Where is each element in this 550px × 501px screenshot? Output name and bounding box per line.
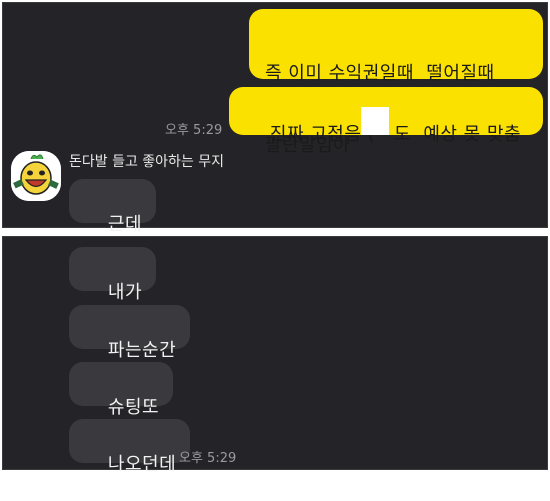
sent-message-line: 즉 이미 수익권일때 떨어질때 — [265, 63, 495, 84]
received-message-bubble[interactable]: 슈팅또 — [69, 362, 174, 418]
received-message-text: 내가 — [107, 282, 143, 303]
sent-message-bubble[interactable]: 즉 이미 수익권일때 떨어질때 팔란말임아 — [249, 9, 543, 156]
received-message-bubble[interactable]: 내가 — [69, 247, 157, 303]
muzi-avatar-icon — [11, 151, 61, 201]
sender-name: 돈다발 들고 좋아하는 무지 — [69, 154, 225, 170]
received-message-bubble[interactable]: 파는순간 — [69, 305, 191, 361]
chat-panel-top: 즉 이미 수익권일때 떨어질때 팔란말임아 진짜 고점음 ( 도 예상 못 맞춤… — [2, 2, 548, 235]
sent-message-text: 진짜 고점음 ( 도 예상 못 맞춤 — [269, 124, 522, 145]
received-message-bubble[interactable]: 나오던데 — [69, 419, 191, 475]
received-message-text: 파는순간 — [107, 340, 177, 361]
received-timestamp: 오후 5:29 — [179, 451, 237, 466]
sent-timestamp: 오후 5:29 — [165, 123, 223, 138]
profile-avatar[interactable] — [11, 151, 61, 201]
chat-panel-bottom: 내가 파는순간 슈팅또 나오던데 오후 5:29 — [2, 236, 548, 475]
redaction-mark — [361, 107, 389, 135]
received-message-text: 슈팅또 — [107, 397, 160, 418]
received-message-text: 근데 — [107, 214, 143, 235]
received-message-bubble[interactable]: 근데 — [69, 179, 157, 235]
